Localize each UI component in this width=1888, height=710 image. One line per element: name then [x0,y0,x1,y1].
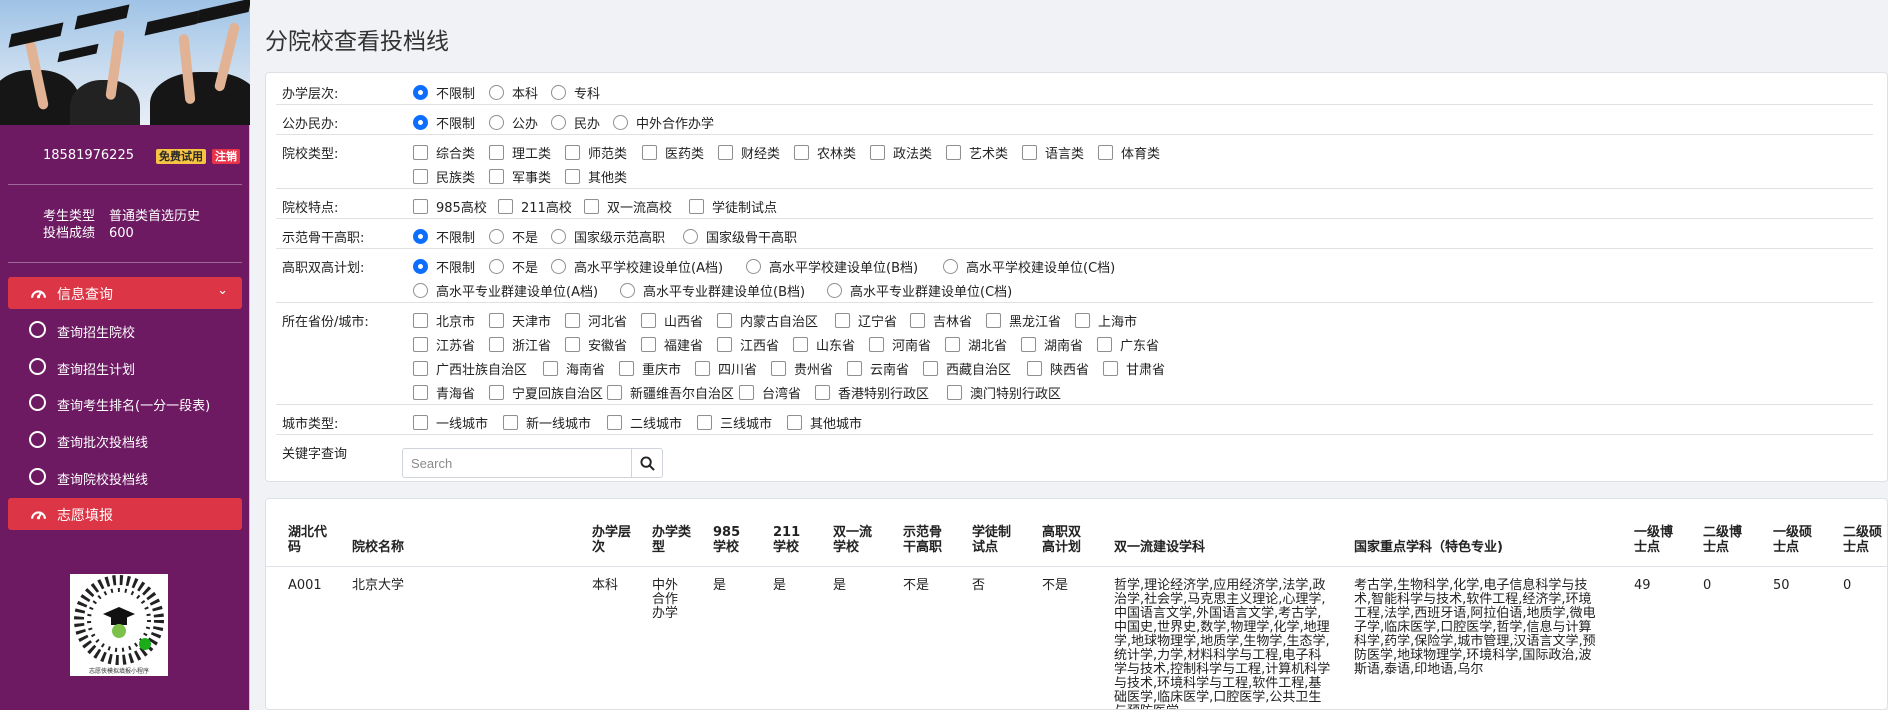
table-header: 学徒制试点 [972,525,1012,555]
filter-label: 院校类型: [282,147,339,162]
qr-code-icon: 志愿侠模拟填报小程序 [74,575,164,675]
cell-type: 中外合作办学 [652,578,679,621]
menu-query-batch-line[interactable]: 查询批次投档线 [0,429,250,453]
filter-province-row: 所在省份/城市: 北京市 天津市 河北省 山西省 内蒙古自治区 辽宁省 吉林省 … [276,303,1873,405]
menu-item-label: 查询批次投档线 [57,436,149,451]
table-header: 211学校 [773,525,801,555]
sidebar-divider [8,184,242,185]
circle-icon [29,358,46,375]
filter-label: 示范骨干高职: [282,231,365,246]
cell-double-high: 不是 [1042,578,1069,593]
dashboard-gauge-icon [31,290,46,299]
table-header: 一级硕士点 [1773,525,1813,555]
filter-model-vocational-row: 示范骨干高职: 不限制 不是 国家级示范高职 国家级骨干高职 [276,219,1873,249]
table-header: 一级博士点 [1634,525,1674,555]
menu-query-ranking[interactable]: 查询考生排名(一分一段表) [0,392,250,416]
cell-level: 本科 [592,578,619,593]
dashboard-gauge-icon [31,511,46,520]
menu-query-schools[interactable]: 查询招生院校 [0,319,250,343]
results-table: 湖北代码 院校名称 办学层次 办学类型 985学校 211学校 双一流学校 示范… [265,498,1888,710]
menu-volunteer[interactable]: 志愿填报 [8,498,242,530]
cell-double-first: 是 [833,578,847,593]
menu-query-plan[interactable]: 查询招生计划 [0,356,250,380]
score-label: 投档成绩 [43,226,96,241]
menu-item-label: 查询招生计划 [57,363,136,378]
menu-item-label: 查询院校投档线 [57,473,149,488]
filter-label: 办学层次: [282,87,339,102]
menu-item-label: 查询考生排名(一分一段表) [57,399,211,414]
sidebar: 18581976225 免费试用 注销 考生类型 普通类首选历史 投档成绩 600 … [0,0,250,710]
search-button[interactable] [631,448,663,478]
table-header: 湖北代码 [288,525,328,555]
cell-apprentice: 否 [972,578,986,593]
user-row: 18581976225 免费试用 注销 [0,148,250,166]
filter-label: 公办民办: [282,117,339,132]
cell-211: 是 [773,578,787,593]
chevron-down-icon: ⌄ [217,283,228,298]
circle-icon [29,431,46,448]
free-trial-badge[interactable]: 免费试用 [156,149,206,164]
table-header: 示范骨干高职 [903,525,943,555]
table-header: 高职双高计划 [1042,525,1082,555]
search-icon [640,456,655,471]
filter-city-type-row: 城市类型: 一线城市 新一线城市 二线城市 三线城市 其他城市 [276,405,1873,435]
menu-volunteer-label: 志愿填报 [57,508,113,524]
circle-icon [29,468,46,485]
menu-query-school-line[interactable]: 查询院校投档线 [0,466,250,490]
filter-label: 城市类型: [282,417,339,432]
menu-info-query-label: 信息查询 [57,287,113,303]
logout-button[interactable]: 注销 [212,149,240,164]
cell-master1: 50 [1773,578,1790,593]
filter-label: 高职双高计划: [282,261,365,276]
filter-double-high-row: 高职双高计划: 不限制 不是 高水平学校建设单位(A档) 高水平学校建设单位(B… [276,249,1873,303]
cell-985: 是 [713,578,727,593]
menu-item-label: 查询招生院校 [57,326,136,341]
table-header: 985学校 [713,525,741,555]
cell-model: 不是 [903,578,930,593]
mini-program-qr-code: 志愿侠模拟填报小程序 [70,574,168,676]
user-phone: 18581976225 [43,148,134,163]
table-header: 办学类型 [652,525,692,555]
table-header: 办学层次 [592,525,632,555]
table-header: 双一流学校 [833,525,873,555]
cell-school-name[interactable]: 北京大学 [352,579,404,593]
table-header: 国家重点学科（特色专业) [1354,540,1503,555]
score-value: 600 [109,226,134,241]
circle-icon [29,321,46,338]
cell-master2: 0 [1843,578,1852,593]
cell-phd1: 49 [1634,578,1651,593]
qr-caption: 志愿侠模拟填报小程序 [89,667,149,675]
filter-panel: 办学层次: 不限制 本科 专科 公办民办: 不限制 公办 民办 中外合作办学 院… [265,72,1888,482]
table-header: 二级硕士点 [1843,525,1883,555]
cell-code: A001 [288,578,322,593]
table-header: 二级博士点 [1703,525,1743,555]
cell-disciplines: 哲学,理论经济学,应用经济学,法学,政治学,社会学,马克思主义理论,心理学,中国… [1114,578,1331,710]
table-header: 院校名称 [352,540,405,555]
filter-level-row: 办学层次: 不限制 本科 专科 [276,73,1873,105]
sidebar-divider [8,262,242,263]
search-input[interactable] [402,448,632,478]
filter-features-row: 院校特点: 985高校 211高校 双一流高校 学徒制试点 [276,189,1873,219]
table-header-divider [266,566,1887,567]
circle-icon [29,394,46,411]
page-title: 分院校查看投档线 [265,29,449,55]
filter-label: 所在省份/城市: [282,315,369,330]
filter-label: 关键字查询 [282,447,348,462]
graduation-banner-image [0,0,250,125]
menu-info-query[interactable]: 信息查询 ⌄ [8,277,242,309]
candidate-score: 投档成绩 600 [43,222,134,241]
filter-school-type-row: 院校类型: 综合类 理工类 师范类 医药类 财经类 农林类 政法类 艺术类 语言… [276,135,1873,189]
filter-ownership-row: 公办民办: 不限制 公办 民办 中外合作办学 [276,105,1873,135]
filter-label: 院校特点: [282,201,339,216]
table-header: 双一流建设学科 [1114,540,1206,555]
cell-key-disciplines: 考古学,生物科学,化学,电子信息科学与技术,智能科学与技术,软件工程,经济学,环… [1354,578,1596,677]
cell-phd2: 0 [1703,578,1712,593]
